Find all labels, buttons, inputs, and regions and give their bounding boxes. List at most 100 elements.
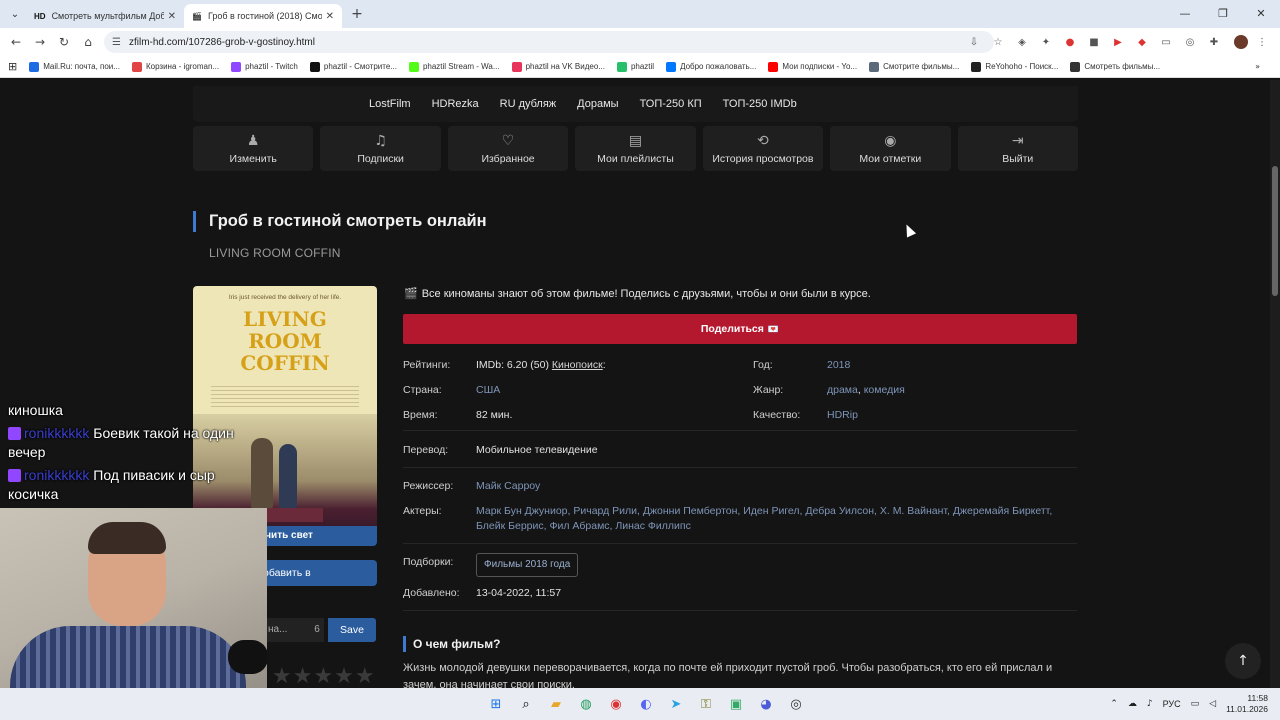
share-button[interactable]: Поделиться 💌 xyxy=(403,314,1077,344)
scroll-to-top-button[interactable]: ↑ xyxy=(1225,643,1261,679)
genre-link-drama[interactable]: драма xyxy=(827,384,858,396)
forward-icon[interactable]: → xyxy=(28,35,52,49)
chrome-browser-icon[interactable]: ◉ xyxy=(604,692,628,716)
extension-icon[interactable]: ◆ xyxy=(1132,32,1152,52)
nav-link-top250-kp[interactable]: ТОП-250 КП xyxy=(640,98,702,110)
youtube-extension-icon[interactable]: ▶ xyxy=(1108,32,1128,52)
kinopoisk-link[interactable]: Кинопоиск xyxy=(552,359,603,371)
chat-message: ronikkkkkk Боевик такой на один вечер xyxy=(8,424,268,462)
obs-icon[interactable]: ◎ xyxy=(784,692,808,716)
actors-links[interactable]: Блейк Беррис, Фил Абрамс, Линас Филлипс xyxy=(476,520,691,532)
menu-dots-icon[interactable]: ⋮ xyxy=(1252,32,1272,52)
year-link[interactable]: 2018 xyxy=(827,359,850,371)
minimize-icon[interactable]: — xyxy=(1166,0,1204,28)
clock[interactable]: 11:58 11.01.2026 xyxy=(1226,693,1268,715)
director-link[interactable]: Майк Сарроу xyxy=(476,480,540,492)
actors-links[interactable]: Марк Бун Джуниор, Ричард Рили, Джонни Пе… xyxy=(476,505,1052,517)
start-menu-icon[interactable]: ⊞ xyxy=(484,692,508,716)
close-tab-icon[interactable]: ✕ xyxy=(168,11,176,22)
extension-icon[interactable]: ● xyxy=(1060,32,1080,52)
nav-link-ru-dub[interactable]: RU дубляж xyxy=(500,98,557,110)
taskbar-apps: ⊞ ⌕ ▰ ◍ ◉ ◐ ➤ ⚿ ▣ ◕ ◎ xyxy=(484,692,808,716)
restore-icon[interactable]: ❐ xyxy=(1204,0,1242,28)
logout-button[interactable]: ⇥ Выйти xyxy=(957,126,1078,171)
lock-app-icon[interactable]: ⚿ xyxy=(694,692,718,716)
bookmark-item[interactable]: Добро пожаловать... xyxy=(666,61,756,72)
extension-icon[interactable]: ◎ xyxy=(1180,32,1200,52)
nav-link-lostfilm[interactable]: LostFilm xyxy=(369,98,411,110)
close-tab-icon[interactable]: ✕ xyxy=(326,11,334,22)
tab-search-icon[interactable]: ⌄ xyxy=(4,4,26,24)
nav-link-doramy[interactable]: Дорамы xyxy=(577,98,618,110)
microphone-icon[interactable]: ♪ xyxy=(1147,699,1153,709)
bookmark-item[interactable]: ReYohoho - Поиск... xyxy=(971,61,1058,72)
page-scrollbar[interactable] xyxy=(1270,80,1280,688)
site-info-icon[interactable]: ☰ xyxy=(112,37,121,48)
poster-tagline: Iris just received the delivery of her l… xyxy=(228,294,342,301)
browser-tab-active[interactable]: 🎬 Гроб в гостиной (2018) Смотр ✕ xyxy=(184,4,342,28)
network-icon[interactable]: ☁ xyxy=(1128,699,1137,709)
more-bookmarks-icon[interactable]: » xyxy=(1255,62,1260,71)
close-window-icon[interactable]: ✕ xyxy=(1242,0,1280,28)
tray-expand-icon[interactable]: ⌃ xyxy=(1110,699,1118,709)
favorites-button[interactable]: ♡ Избранное xyxy=(447,126,569,171)
user-menu-label: Изменить xyxy=(229,152,277,165)
apps-grid-icon[interactable]: ⊞ xyxy=(8,60,17,73)
marks-button[interactable]: ◉ Мои отметки xyxy=(830,126,951,171)
extension-icon[interactable]: ◈ xyxy=(1012,32,1032,52)
quality-link[interactable]: HDRip xyxy=(827,409,858,421)
save-button[interactable]: Save xyxy=(328,618,376,642)
display-icon[interactable]: ▭ xyxy=(1191,699,1200,709)
extension-icon[interactable]: ▭ xyxy=(1156,32,1176,52)
rating-stars[interactable]: ★★★★★ xyxy=(272,664,376,688)
new-tab-button[interactable]: + xyxy=(346,6,368,22)
bookmark-item[interactable]: phaztil - Смотрите... xyxy=(309,61,397,72)
clock-time: 11:58 xyxy=(1247,693,1268,703)
extension-icon[interactable]: ■ xyxy=(1084,32,1104,52)
windows-taskbar: ⊞ ⌕ ▰ ◍ ◉ ◐ ➤ ⚿ ▣ ◕ ◎ ⌃ ☁ ♪ РУС ▭ ◁ 11:5… xyxy=(0,688,1280,720)
extension-icon[interactable]: ✦ xyxy=(1036,32,1056,52)
install-app-icon[interactable]: ⇩ xyxy=(964,32,984,52)
back-icon[interactable]: ← xyxy=(4,35,28,49)
volume-icon[interactable]: ◁ xyxy=(1209,699,1216,709)
bookmark-item[interactable]: phaztil xyxy=(616,61,654,72)
chat-username: ronikkkkkk xyxy=(24,425,90,441)
history-button[interactable]: ⟲ История просмотров xyxy=(702,126,824,171)
bookmark-item[interactable]: phaztil Stream - Wa... xyxy=(408,61,500,72)
file-explorer-icon[interactable]: ▰ xyxy=(544,692,568,716)
bookmark-item[interactable]: phaztil на VK Видео... xyxy=(511,61,605,72)
subscriptions-button[interactable]: ♫ Подписки xyxy=(320,126,441,171)
imdb-rating: IMDb: 6.20 (50) xyxy=(476,359,549,371)
browser-tab[interactable]: HD Смотреть мультфильм Добры ✕ xyxy=(26,4,184,28)
scrollbar-thumb[interactable] xyxy=(1272,166,1278,296)
telegram-icon[interactable]: ➤ xyxy=(664,692,688,716)
bookmark-star-icon[interactable]: ☆ xyxy=(988,32,1008,52)
bookmark-item[interactable]: Смотреть фильмы... xyxy=(1070,61,1160,72)
bookmark-item[interactable]: Мои подписки - Yo... xyxy=(768,61,857,72)
nav-link-hdrezka[interactable]: HDRezka xyxy=(432,98,479,110)
language-indicator[interactable]: РУС xyxy=(1163,699,1181,709)
messenger-icon[interactable]: ◕ xyxy=(754,692,778,716)
bookmark-item[interactable]: Корзина - igroman... xyxy=(131,61,219,72)
home-icon[interactable]: ⌂ xyxy=(76,35,100,49)
bookmark-item[interactable]: phaztil - Twitch xyxy=(231,61,298,72)
genre-label: Жанр: xyxy=(753,384,784,396)
reload-icon[interactable]: ↻ xyxy=(52,35,76,49)
country-link[interactable]: США xyxy=(476,384,500,396)
poster-title-line: ROOM xyxy=(248,329,322,353)
url-field[interactable]: ☰ zfilm-hd.com/107286-grob-v-gostinoy.ht… xyxy=(104,31,994,53)
discord-icon[interactable]: ◐ xyxy=(634,692,658,716)
profile-avatar[interactable] xyxy=(1234,35,1248,49)
search-icon[interactable]: ⌕ xyxy=(514,692,538,716)
bookmark-item[interactable]: Смотрите фильмы... xyxy=(869,61,959,72)
edge-browser-icon[interactable]: ◍ xyxy=(574,692,598,716)
bookmark-item[interactable]: Mail.Ru: почта, пои... xyxy=(29,61,120,72)
edit-profile-button[interactable]: ♟ Изменить xyxy=(193,126,314,171)
nav-link-top250-imdb[interactable]: ТОП-250 IMDb xyxy=(723,98,797,110)
playlists-button[interactable]: ▤ Мои плейлисты xyxy=(575,126,696,171)
share-label: Поделиться xyxy=(700,323,764,335)
genre-link-comedy[interactable]: комедия xyxy=(864,384,905,396)
extensions-puzzle-icon[interactable]: ✚ xyxy=(1204,32,1224,52)
collection-chip[interactable]: Фильмы 2018 года xyxy=(476,553,579,577)
terminal-icon[interactable]: ▣ xyxy=(724,692,748,716)
